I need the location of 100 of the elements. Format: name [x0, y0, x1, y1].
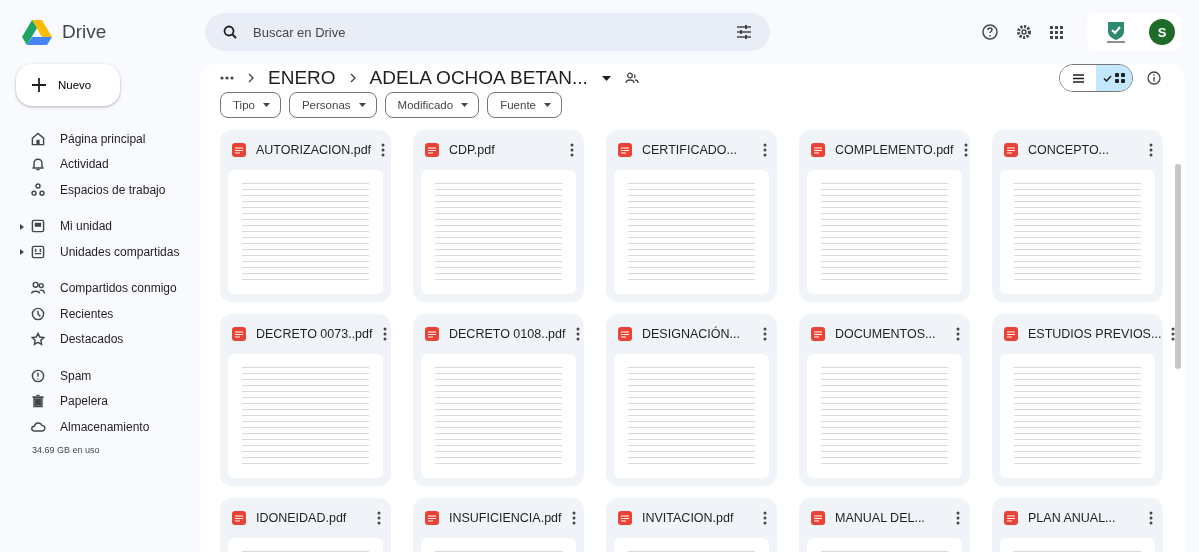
- expand-caret-icon[interactable]: [20, 249, 24, 255]
- pdf-icon: [1004, 327, 1018, 341]
- file-card[interactable]: COMPLEMENTO.pdf: [799, 130, 970, 302]
- more-options-icon[interactable]: [956, 511, 960, 525]
- dropdown-caret-icon[interactable]: [601, 75, 611, 81]
- shared-drive-icon: [30, 243, 46, 260]
- dropdown-caret-icon: [461, 103, 469, 107]
- new-button[interactable]: Nuevo: [16, 64, 120, 106]
- pdf-icon: [425, 327, 439, 341]
- search-icon: [223, 25, 237, 39]
- breadcrumb-item[interactable]: ENERO: [268, 67, 336, 89]
- filter-chip[interactable]: Personas: [288, 92, 377, 118]
- more-options-icon[interactable]: [1171, 327, 1176, 341]
- grid-icon: [1115, 73, 1125, 83]
- sidebar-item[interactable]: Destacados: [16, 326, 200, 352]
- more-options-icon[interactable]: [763, 143, 767, 157]
- sidebar-item[interactable]: Espacios de trabajo: [16, 177, 200, 203]
- more-options-icon[interactable]: [571, 511, 576, 525]
- sidebar-item[interactable]: Spam: [16, 363, 200, 389]
- sidebar-item[interactable]: Recientes: [16, 301, 200, 327]
- storage-usage: 34.69 GB en uso: [31, 444, 101, 455]
- file-name: MANUAL DEL...: [835, 511, 926, 525]
- sidebar-item[interactable]: Almacenamiento: [16, 414, 200, 440]
- file-name: INSUFICIENCIA.pdf: [449, 511, 562, 525]
- file-card[interactable]: DOCUMENTOS...: [799, 314, 970, 486]
- plus-icon: [32, 78, 46, 92]
- more-options-icon[interactable]: [570, 143, 574, 157]
- file-card[interactable]: PLAN ANUAL...: [992, 498, 1163, 552]
- file-card[interactable]: CDP.pdf: [413, 130, 584, 302]
- drive-logo-icon: [22, 19, 52, 45]
- search-bar[interactable]: Buscar en Drive: [205, 13, 770, 51]
- filter-chip[interactable]: Fuente: [487, 92, 562, 118]
- file-card[interactable]: DECRETO 0073..pdf: [220, 314, 391, 486]
- pdf-icon: [811, 143, 825, 157]
- more-options-icon[interactable]: [1149, 511, 1153, 525]
- home-icon: [30, 130, 46, 147]
- sidebar-item[interactable]: Actividad: [16, 151, 200, 177]
- star-icon: [30, 331, 46, 348]
- pdf-icon: [618, 511, 632, 525]
- more-options-icon[interactable]: [575, 327, 580, 341]
- pdf-icon: [232, 511, 246, 525]
- pdf-icon: [425, 143, 439, 157]
- check-icon: [1103, 74, 1112, 82]
- more-options-icon[interactable]: [1149, 143, 1153, 157]
- avatar[interactable]: S: [1149, 19, 1175, 45]
- pdf-icon: [618, 143, 632, 157]
- more-options-icon[interactable]: [763, 511, 767, 525]
- more-options-icon[interactable]: [381, 143, 386, 157]
- filter-sliders-icon[interactable]: [736, 25, 752, 39]
- file-name: DECRETO 0073..pdf: [256, 327, 373, 341]
- more-options-icon[interactable]: [382, 327, 387, 341]
- apps-grid-icon[interactable]: [1050, 25, 1063, 39]
- file-card[interactable]: DECRETO 0108..pdf: [413, 314, 584, 486]
- sidebar-item[interactable]: Mi unidad: [16, 213, 200, 239]
- more-options-icon[interactable]: [377, 511, 381, 525]
- file-card[interactable]: CERTIFICADO...: [606, 130, 777, 302]
- search-input[interactable]: Buscar en Drive: [251, 23, 722, 41]
- sidebar-item[interactable]: Compartidos conmigo: [16, 275, 200, 301]
- file-name: ESTUDIOS PREVIOS...: [1028, 327, 1162, 341]
- file-card[interactable]: INSUFICIENCIA.pdf: [413, 498, 584, 552]
- help-icon[interactable]: [982, 24, 998, 40]
- pdf-icon: [1004, 511, 1018, 525]
- scrollbar[interactable]: [1175, 164, 1181, 369]
- circles-icon: [30, 181, 46, 198]
- drive-icon: [30, 218, 46, 235]
- info-icon[interactable]: [1147, 71, 1161, 85]
- shared-folder-icon[interactable]: [624, 72, 639, 84]
- alert-icon: [30, 367, 46, 384]
- sidebar-item[interactable]: Papelera: [16, 388, 200, 414]
- pdf-icon: [811, 511, 825, 525]
- file-name: CERTIFICADO...: [642, 143, 738, 157]
- more-options-icon[interactable]: [963, 143, 968, 157]
- filter-chip[interactable]: Tipo: [220, 92, 281, 118]
- expand-caret-icon[interactable]: [20, 223, 24, 230]
- settings-icon[interactable]: [1016, 24, 1032, 40]
- sidebar-item[interactable]: Página principal: [16, 126, 200, 152]
- bell-icon: [30, 156, 46, 173]
- file-card[interactable]: DESIGNACIÓN...: [606, 314, 777, 486]
- filter-chip[interactable]: Modificado: [384, 92, 480, 118]
- dropdown-caret-icon: [358, 103, 366, 107]
- sidebar-item[interactable]: Unidades compartidas: [16, 239, 200, 265]
- file-name: AUTORIZACION.pdf: [256, 143, 372, 157]
- chevron-right-icon: [349, 73, 356, 83]
- more-options-icon[interactable]: [956, 327, 960, 341]
- file-card[interactable]: CONCEPTO...: [992, 130, 1163, 302]
- breadcrumb-item[interactable]: ADELA OCHOA BETAN...: [369, 67, 588, 89]
- chevron-right-icon: [248, 73, 254, 83]
- file-name: INVITACION.pdf: [642, 511, 735, 525]
- dropdown-caret-icon: [262, 103, 270, 107]
- file-name: CDP.pdf: [449, 143, 496, 157]
- more-options-icon[interactable]: [763, 327, 767, 341]
- file-card[interactable]: MANUAL DEL...: [799, 498, 970, 552]
- file-card[interactable]: IDONEIDAD.pdf: [220, 498, 391, 552]
- file-name: DOCUMENTOS...: [835, 327, 937, 341]
- more-icon[interactable]: [220, 76, 234, 80]
- file-card[interactable]: INVITACION.pdf: [606, 498, 777, 552]
- grid-view-button[interactable]: [1096, 65, 1132, 91]
- file-name: CONCEPTO...: [1028, 143, 1111, 157]
- file-card[interactable]: AUTORIZACION.pdf: [220, 130, 391, 302]
- clock-icon: [30, 305, 46, 322]
